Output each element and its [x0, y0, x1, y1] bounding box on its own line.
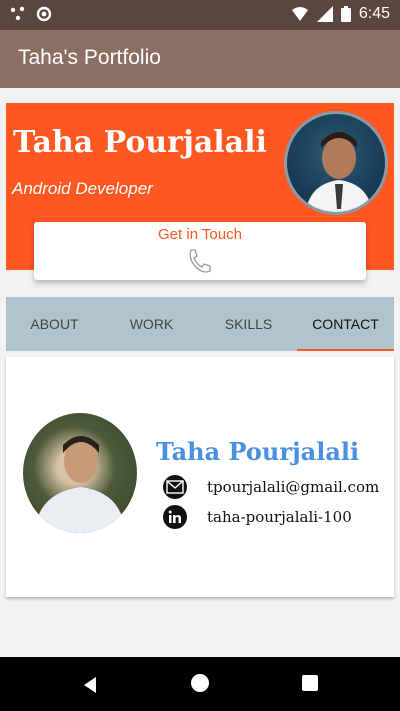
- status-left-icons: [10, 6, 52, 22]
- avatar-photo: [305, 132, 373, 212]
- back-button[interactable]: [80, 675, 100, 695]
- status-bar: 6:45: [0, 0, 400, 30]
- recents-button[interactable]: [302, 675, 318, 691]
- signal-icon: [316, 6, 333, 22]
- profile-role: Android Developer: [12, 179, 153, 198]
- contact-content-card: Taha Pourjalali tpourjalali@gmail.com ta…: [6, 357, 394, 597]
- email-row[interactable]: tpourjalali@gmail.com: [163, 475, 379, 499]
- status-right-icons: 6:45: [291, 5, 390, 23]
- tab-work[interactable]: WORK: [103, 297, 200, 351]
- home-button[interactable]: [191, 674, 209, 692]
- tab-contact[interactable]: CONTACT: [297, 297, 394, 351]
- get-in-touch-card[interactable]: Get in Touch: [34, 222, 366, 280]
- envelope-icon: [163, 475, 187, 499]
- linkedin-row[interactable]: taha-pourjalali-100: [163, 505, 352, 529]
- navigation-bar: [0, 657, 400, 711]
- phone-icon[interactable]: [184, 246, 214, 276]
- profile-name: Taha Pourjalali: [13, 125, 267, 160]
- tab-about[interactable]: ABOUT: [6, 297, 103, 351]
- contact-photo: [35, 436, 125, 533]
- sync-icon: [36, 6, 52, 22]
- contact-name: Taha Pourjalali: [156, 437, 360, 466]
- wifi-icon: [291, 7, 308, 21]
- app-title: Taha's Portfolio: [18, 46, 161, 69]
- tab-skills[interactable]: SKILLS: [200, 297, 297, 351]
- profile-avatar: [284, 111, 388, 215]
- contact-avatar: [23, 413, 137, 533]
- app-bar: Taha's Portfolio: [0, 30, 400, 88]
- email-text[interactable]: tpourjalali@gmail.com: [207, 478, 379, 496]
- battery-icon: [340, 6, 351, 22]
- status-time: 6:45: [358, 5, 390, 22]
- linkedin-icon: [163, 505, 187, 529]
- linkedin-text[interactable]: taha-pourjalali-100: [207, 508, 352, 526]
- get-in-touch-label: Get in Touch: [158, 226, 242, 243]
- section-tabs: ABOUT WORK SKILLS CONTACT: [6, 297, 394, 351]
- share-icon: [10, 6, 25, 21]
